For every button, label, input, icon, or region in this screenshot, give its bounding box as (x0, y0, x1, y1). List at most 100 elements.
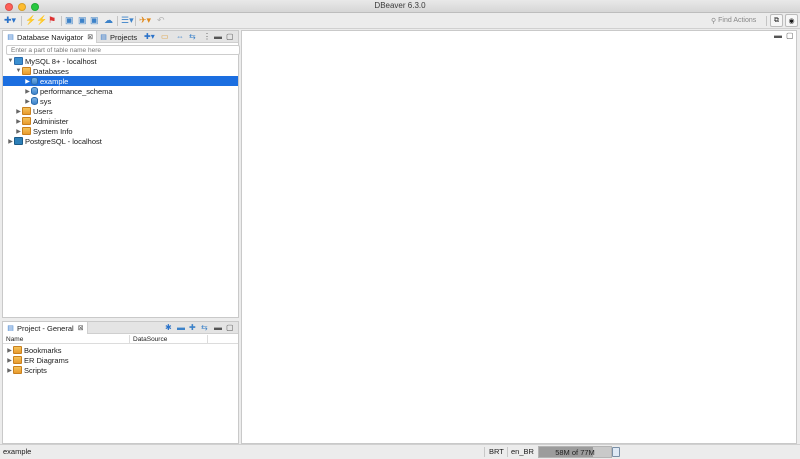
database-navigator-panel: ▤ Database Navigator ⊠ ▤ Projects ✚▾ ▭ ⇔… (2, 30, 240, 318)
tree-node-label: Administer (33, 116, 69, 126)
close-tab-icon[interactable]: ⊠ (78, 324, 84, 332)
tree-node-example[interactable]: ▶ example (3, 76, 238, 86)
er-diagrams-folder-icon (13, 356, 22, 364)
minimize-editor-icon[interactable]: ▬ (774, 31, 782, 41)
expand-arrow-icon[interactable]: ▶ (7, 138, 14, 145)
close-tab-icon[interactable]: ⊠ (87, 33, 93, 41)
invalidate-icon[interactable]: ⚑ (48, 15, 56, 26)
open-perspective-icon[interactable]: ⧉ (770, 14, 783, 27)
maximize-editor-icon[interactable]: ▢ (786, 31, 794, 41)
mysql-connection-icon (14, 57, 23, 65)
expand-arrow-icon[interactable]: ▶ (24, 88, 31, 95)
status-locale: en_BR (511, 447, 534, 456)
project-general-panel: ▤ Project - General ⊠ ✱ ▬ ✚ ⇆ ▬ ▢ Name D… (2, 321, 239, 444)
toolbar-separator (135, 16, 136, 26)
minimize-view-icon[interactable]: ▬ (214, 323, 222, 333)
tree-node-er-diagrams[interactable]: ▶ ER Diagrams (3, 355, 238, 365)
folder-icon (22, 117, 31, 125)
memory-indicator[interactable]: 58M of 77M (538, 446, 612, 458)
find-actions-search[interactable]: ⚲ Find Actions (711, 15, 756, 26)
toolbar-separator (21, 16, 22, 26)
status-bar: example BRT en_BR 58M of 77M (0, 444, 800, 459)
view-menu-icon[interactable]: ⋮ (203, 32, 211, 42)
undo-icon[interactable]: ↶ (157, 15, 165, 26)
status-selection: example (3, 447, 32, 456)
tree-node-bookmarks[interactable]: ▶ Bookmarks (3, 345, 238, 355)
folder-icon (22, 107, 31, 115)
project-tab-bar: ▤ Project - General ⊠ ✱ ▬ ✚ ⇆ ▬ ▢ (3, 322, 238, 334)
database-icon (31, 97, 38, 105)
new-connection-icon[interactable]: ✚▾ (144, 32, 155, 42)
tree-node-scripts[interactable]: ▶ Scripts (3, 365, 238, 375)
tree-node-sys[interactable]: ▶ sys (3, 96, 238, 106)
project-icon: ▤ (7, 325, 14, 332)
expand-arrow-icon[interactable]: ▶ (15, 118, 22, 125)
expand-arrow-icon[interactable]: ▶ (6, 357, 13, 364)
new-folder-icon[interactable]: ▭ (161, 32, 169, 42)
navigator-tab-bar: ▤ Database Navigator ⊠ ▤ Projects ✚▾ ▭ ⇔… (3, 31, 238, 43)
commit-icon[interactable]: ▣ (65, 15, 74, 26)
collapse-all-icon[interactable]: ▬ (177, 323, 185, 333)
navigate-icon[interactable]: ☰▾ (121, 15, 134, 26)
sql-editor-icon[interactable]: ☁ (104, 15, 113, 26)
toolbar-separator (117, 16, 118, 26)
folder-icon (22, 67, 31, 75)
bookmarks-folder-icon (13, 346, 22, 354)
expand-arrow-icon[interactable]: ▶ (15, 128, 22, 135)
expand-arrow-icon[interactable]: ▶ (24, 98, 31, 105)
dbeaver-perspective-icon[interactable]: ◉ (785, 14, 798, 27)
toolbar-separator (61, 16, 62, 26)
configure-icon[interactable]: ✱ (165, 323, 172, 333)
status-separator (484, 447, 485, 457)
tree-node-label: System Info (33, 126, 73, 136)
connect-icon[interactable]: ⚡ (25, 15, 36, 26)
window-title: DBeaver 6.3.0 (374, 1, 426, 10)
tree-node-label: Databases (33, 66, 69, 76)
expand-arrow-icon[interactable]: ▶ (6, 367, 13, 374)
folder-icon (22, 127, 31, 135)
main-toolbar: ✚▾ ⚡ ⚡ ⚑ ▣ ▣ ▣ ☁ ☰▾ ✈▾ ↶ ⚲ Find Actions … (0, 13, 800, 29)
tree-node-administer[interactable]: ▶ Administer (3, 116, 238, 126)
database-icon (31, 87, 38, 95)
tab-projects[interactable]: ▤ Projects (96, 31, 140, 43)
tree-node-label: example (40, 76, 69, 86)
link-with-editor-icon[interactable]: ⇆ (201, 323, 208, 333)
expand-arrow-icon[interactable]: ▶ (15, 108, 22, 115)
tab-database-navigator[interactable]: ▤ Database Navigator ⊠ (3, 31, 98, 43)
link-with-editor-icon[interactable]: ⇆ (189, 32, 196, 42)
tab-project-general[interactable]: ▤ Project - General ⊠ (3, 322, 88, 334)
memory-label: 58M of 77M (555, 448, 595, 457)
expand-arrow-icon[interactable]: ▶ (24, 78, 31, 85)
tree-node-label: performance_schema (40, 86, 113, 96)
expand-arrow-icon[interactable]: ▼ (15, 68, 22, 74)
expand-arrow-icon[interactable]: ▶ (6, 347, 13, 354)
postgresql-connection-icon (14, 137, 23, 145)
maximize-view-icon[interactable]: ▢ (226, 323, 234, 333)
new-connection-icon[interactable]: ✚▾ (4, 15, 16, 26)
scripts-folder-icon (13, 366, 22, 374)
tree-node-postgresql-connection[interactable]: ▶ PostgreSQL - localhost (3, 136, 238, 146)
tree-node-databases[interactable]: ▼ Databases (3, 66, 238, 76)
garbage-collect-icon[interactable] (612, 447, 620, 457)
table-filter-input[interactable] (6, 45, 240, 55)
editor-area[interactable]: ▬ ▢ (241, 30, 797, 444)
tab-label: Project - General (17, 323, 74, 333)
column-header-name[interactable]: Name (3, 335, 130, 344)
tree-node-performance-schema[interactable]: ▶ performance_schema (3, 86, 238, 96)
run-icon[interactable]: ✈▾ (139, 15, 151, 26)
tree-node-system-info[interactable]: ▶ System Info (3, 126, 238, 136)
collapse-all-icon[interactable]: ⇔ (176, 32, 184, 42)
tree-node-users[interactable]: ▶ Users (3, 106, 238, 116)
tree-node-label: ER Diagrams (24, 355, 69, 365)
tree-node-mysql-connection[interactable]: ▼ MySQL 8+ - localhost (3, 56, 238, 66)
disconnect-icon[interactable]: ⚡ (36, 15, 47, 26)
maximize-view-icon[interactable]: ▢ (226, 32, 234, 42)
minimize-view-icon[interactable]: ▬ (214, 32, 222, 42)
rollback-icon[interactable]: ▣ (78, 15, 87, 26)
expand-arrow-icon[interactable]: ▼ (7, 58, 14, 64)
project-column-headers: Name DataSource (3, 335, 238, 344)
search-icon: ⚲ (711, 17, 717, 25)
transaction-mode-icon[interactable]: ▣ (90, 15, 99, 26)
column-header-datasource[interactable]: DataSource (130, 335, 208, 344)
add-link-icon[interactable]: ✚ (189, 323, 196, 333)
